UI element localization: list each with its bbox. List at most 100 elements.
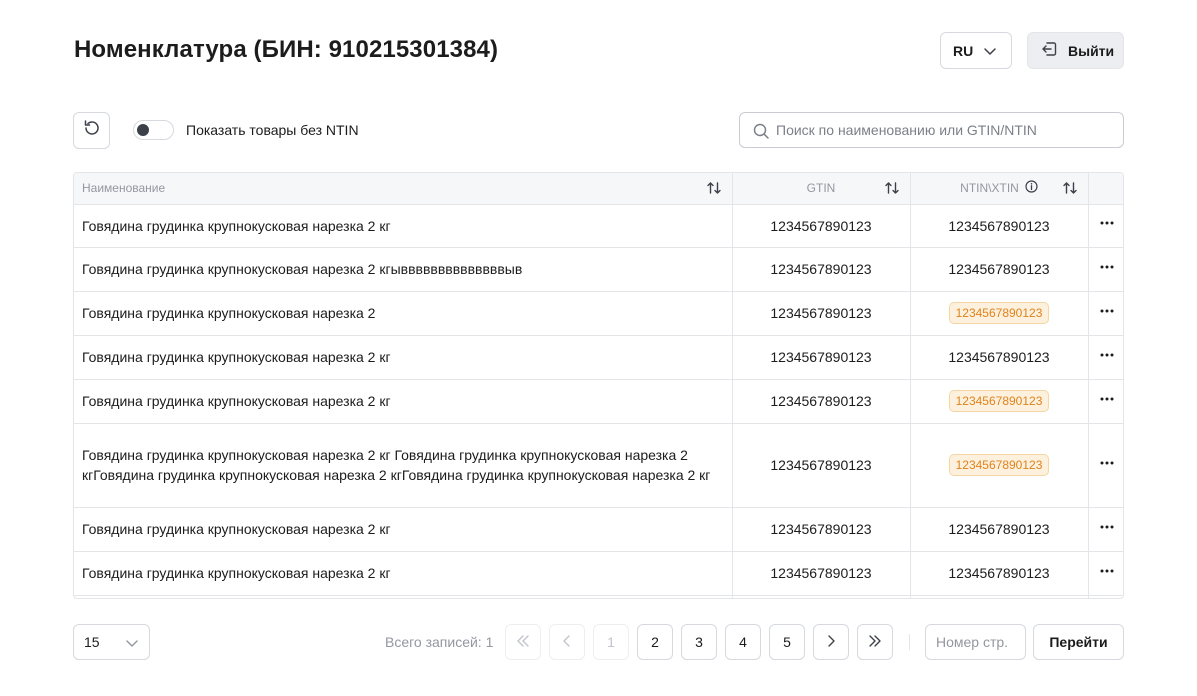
ntin-value: 1234567890123 <box>948 261 1050 277</box>
language-select[interactable]: RU <box>940 32 1012 69</box>
more-actions-icon[interactable] <box>1099 394 1115 410</box>
cell-name: Говядина грудинка крупнокусковая нарезка… <box>74 379 733 424</box>
column-header-ntin-label: NTIN\XTIN <box>960 181 1019 196</box>
table-row[interactable]: Говядина грудинка крупнокусковая нарезка… <box>74 551 1123 596</box>
logout-label: Выйти <box>1068 42 1115 59</box>
refresh-button[interactable] <box>73 112 110 149</box>
table-row[interactable]: Говядина грудинка крупнокусковая нарезка… <box>74 291 1123 336</box>
column-header-actions <box>1088 173 1123 205</box>
page-number-input[interactable] <box>926 625 1025 659</box>
page-button-2[interactable]: 2 <box>637 624 673 660</box>
cell-ntin: 1234567890123 <box>910 204 1089 248</box>
page-number-field[interactable] <box>925 624 1026 660</box>
column-header-gtin-label: GTIN <box>806 181 836 196</box>
double-chevron-left-icon <box>515 633 531 652</box>
cell-ntin: 1234567890123 <box>910 247 1089 292</box>
page-button-3[interactable]: 3 <box>681 624 717 660</box>
toggle-knob <box>137 124 149 136</box>
search-input[interactable] <box>776 113 1116 147</box>
cell-name <box>74 595 733 598</box>
more-actions-icon[interactable] <box>1099 350 1115 366</box>
sort-icon[interactable] <box>1062 180 1078 199</box>
cell-ntin: 1234567890123 <box>910 423 1089 508</box>
ntin-value: 1234567890123 <box>948 565 1050 581</box>
language-value: RU <box>953 42 974 59</box>
table-row[interactable]: Говядина грудинка крупнокусковая нарезка… <box>74 507 1123 552</box>
cell-name: Говядина грудинка крупнокусковая нарезка… <box>74 551 733 596</box>
double-chevron-right-icon <box>867 633 883 652</box>
ntin-warning-badge: 1234567890123 <box>948 454 1050 476</box>
cell-gtin: 1234567890123 <box>732 335 911 380</box>
page-size-select[interactable]: 15 <box>73 624 150 660</box>
chevron-down-icon <box>125 636 139 653</box>
chevron-down-icon <box>983 44 997 61</box>
page-title: Номенклатура (БИН: 910215301384) <box>74 36 499 63</box>
cell-name: Говядина грудинка крупнокусковая нарезка… <box>74 291 733 336</box>
table-row[interactable]: Говядина грудинка крупнокусковая нарезка… <box>74 247 1123 292</box>
info-icon[interactable] <box>1025 180 1038 196</box>
table-row[interactable]: Говядина грудинка крупнокусковая нарезка… <box>74 335 1123 380</box>
table-row[interactable] <box>74 595 1123 598</box>
more-actions-icon[interactable] <box>1099 218 1115 234</box>
column-header-ntin[interactable]: NTIN\XTIN <box>910 173 1089 205</box>
cell-actions <box>1088 335 1123 380</box>
total-records: Всего записей: 1 <box>385 634 494 650</box>
cell-ntin: 1234567890123 <box>910 379 1089 424</box>
cell-actions <box>1088 247 1123 292</box>
toggle-label: Показать товары без NTIN <box>186 122 359 138</box>
go-to-page-button[interactable]: Перейти <box>1033 624 1124 660</box>
more-actions-icon[interactable] <box>1099 306 1115 322</box>
chevron-left-icon <box>559 633 575 652</box>
cell-ntin: 1234567890123 <box>910 291 1089 336</box>
table-row[interactable]: Говядина грудинка крупнокусковая нарезка… <box>74 423 1123 508</box>
cell-gtin: 1234567890123 <box>732 247 911 292</box>
cell-actions <box>1088 291 1123 336</box>
cell-ntin: 1234567890123 <box>910 551 1089 596</box>
sort-icon[interactable] <box>884 180 900 199</box>
ntin-warning-badge: 1234567890123 <box>948 302 1050 324</box>
page-button-5[interactable]: 5 <box>769 624 805 660</box>
cell-gtin <box>732 595 911 598</box>
cell-gtin: 1234567890123 <box>732 204 911 248</box>
cell-gtin: 1234567890123 <box>732 423 911 508</box>
logout-button[interactable]: Выйти <box>1027 32 1124 69</box>
cell-name: Говядина грудинка крупнокусковая нарезка… <box>74 423 733 508</box>
sort-icon[interactable] <box>706 180 722 199</box>
column-header-name[interactable]: Наименование <box>74 173 733 205</box>
table-row[interactable]: Говядина грудинка крупнокусковая нарезка… <box>74 379 1123 424</box>
more-actions-icon[interactable] <box>1099 522 1115 538</box>
next-page-button[interactable] <box>813 624 849 660</box>
page-button-4[interactable]: 4 <box>725 624 761 660</box>
cell-actions <box>1088 551 1123 596</box>
cell-ntin <box>910 595 1089 598</box>
cell-ntin: 1234567890123 <box>910 507 1089 552</box>
cell-gtin: 1234567890123 <box>732 379 911 424</box>
show-without-ntin-toggle[interactable] <box>133 120 174 140</box>
cell-ntin: 1234567890123 <box>910 335 1089 380</box>
cell-gtin: 1234567890123 <box>732 291 911 336</box>
column-header-name-label: Наименование <box>82 181 166 196</box>
cell-actions <box>1088 204 1123 248</box>
cell-name: Говядина грудинка крупнокусковая нарезка… <box>74 507 733 552</box>
page-button-1[interactable]: 1 <box>593 624 629 660</box>
nomenclature-table: Наименование GTIN NTIN\XTIN Говядина гру… <box>73 172 1124 599</box>
logout-icon <box>1040 40 1058 61</box>
ntin-value: 1234567890123 <box>948 521 1050 537</box>
refresh-icon <box>82 118 102 143</box>
search-box[interactable] <box>739 112 1124 148</box>
more-actions-icon[interactable] <box>1099 262 1115 278</box>
cell-gtin: 1234567890123 <box>732 551 911 596</box>
ntin-value: 1234567890123 <box>948 349 1050 365</box>
column-header-gtin[interactable]: GTIN <box>732 173 911 205</box>
table-row[interactable]: Говядина грудинка крупнокусковая нарезка… <box>74 204 1123 248</box>
more-actions-icon[interactable] <box>1099 458 1115 474</box>
cell-actions <box>1088 379 1123 424</box>
more-actions-icon[interactable] <box>1099 566 1115 582</box>
pagination-divider <box>909 634 910 650</box>
prev-page-button[interactable] <box>549 624 585 660</box>
first-page-button[interactable] <box>505 624 541 660</box>
cell-actions <box>1088 507 1123 552</box>
ntin-value: 1234567890123 <box>948 217 1050 234</box>
last-page-button[interactable] <box>857 624 893 660</box>
search-icon <box>752 122 770 145</box>
